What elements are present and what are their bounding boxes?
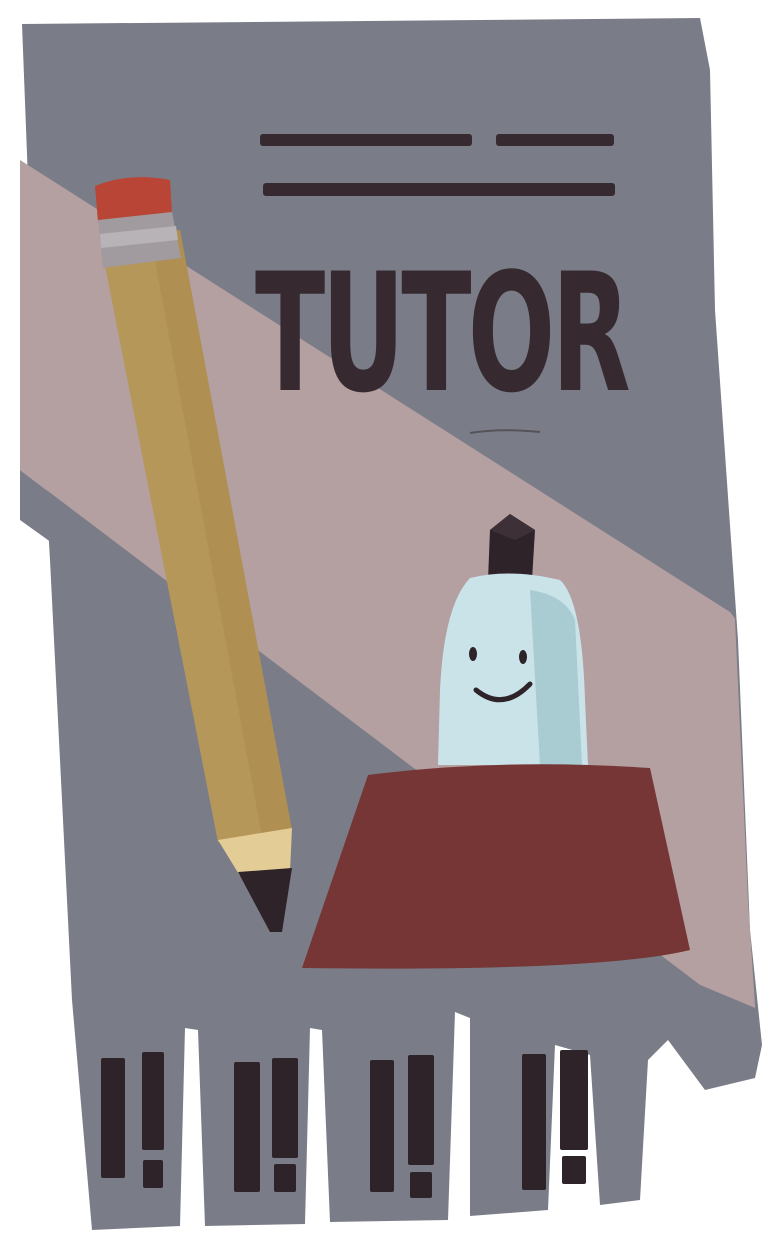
tear-off-tab (522, 1050, 588, 1190)
smiling-eraser-character (438, 573, 588, 765)
flyer-illustration: TUTOR (20, 18, 762, 1230)
tutor-flyer: TUTOR (0, 0, 772, 1236)
flyer-title: TUTOR (255, 238, 629, 429)
